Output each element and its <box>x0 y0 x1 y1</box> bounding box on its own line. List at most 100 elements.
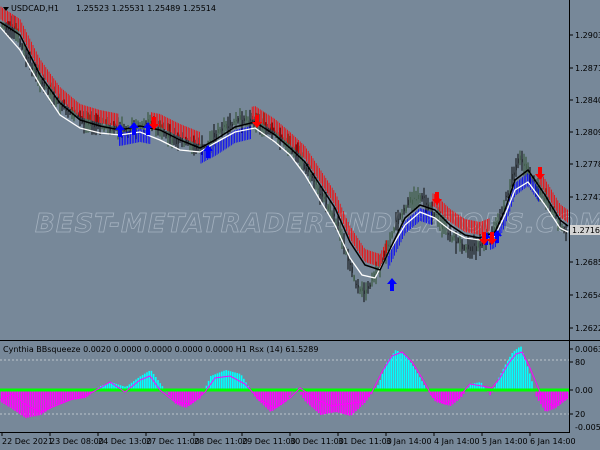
histogram-bar-down <box>36 390 38 416</box>
histogram-bar-up <box>414 369 417 390</box>
histogram-bar-down <box>69 390 71 401</box>
candle-body <box>397 218 399 225</box>
histogram-bar-down <box>355 390 357 412</box>
candle-body <box>493 227 495 231</box>
time-tick-label: 22 Dec 2021 <box>2 437 53 446</box>
price-axis[interactable]: 1.29030 1.28715 1.28405 1.28095 1.27780 1.274… <box>569 31 600 333</box>
histogram-bar-up <box>522 353 524 390</box>
candle-body <box>409 197 411 203</box>
candle-body <box>163 129 165 131</box>
price-tick-label: 1.28405 <box>575 96 600 105</box>
histogram-bar-up <box>419 377 421 390</box>
candle-body <box>249 118 251 122</box>
candle-body <box>369 284 371 287</box>
candle-body <box>311 176 313 179</box>
price-tick-label: 1.27780 <box>575 160 600 169</box>
candle-body <box>21 43 23 50</box>
histogram-bar-down <box>317 390 320 414</box>
main-chart-area[interactable] <box>0 0 569 340</box>
histogram-bar-down <box>280 390 282 406</box>
candle-body <box>313 180 315 182</box>
candle-body <box>513 172 515 176</box>
histogram-bar-down <box>306 390 309 404</box>
histogram-bar-up <box>529 373 531 390</box>
candle-body <box>543 198 545 201</box>
candle-body <box>327 205 329 211</box>
histogram-bar-up <box>232 371 234 390</box>
histogram-bar-down <box>346 390 348 416</box>
candle-body <box>237 118 239 122</box>
candle-body <box>503 205 505 209</box>
price-tick-label: 1.29030 <box>575 31 600 40</box>
histogram-bar-down <box>14 390 16 411</box>
candle-body <box>349 263 351 265</box>
histogram-bar-down <box>361 390 364 405</box>
histogram-bar-down <box>62 390 65 403</box>
histogram-bar-down <box>434 390 436 402</box>
candle-body <box>461 243 463 250</box>
time-tick-label: 6 Jan 14:00 <box>530 437 576 446</box>
indicator-tick-label: 80 <box>575 358 585 367</box>
indicator-tick-label: 20 <box>575 410 585 419</box>
time-tick-label: 30 Dec 11:00 <box>290 437 344 446</box>
candle-body <box>171 137 173 143</box>
candle-body <box>507 193 509 196</box>
histogram-bar-up <box>416 373 419 390</box>
candle-body <box>517 158 519 164</box>
candle-body <box>391 232 393 237</box>
histogram-bar-up <box>397 351 399 390</box>
candle-body <box>359 288 361 292</box>
candle-body <box>23 49 25 53</box>
candle-body <box>225 123 227 129</box>
candle-body <box>455 241 457 244</box>
histogram-bar-down <box>3 390 5 404</box>
time-axis[interactable]: 22 Dec 202123 Dec 08:0024 Dec 13:0027 De… <box>1 432 576 446</box>
time-tick-label: 31 Dec 11:00 <box>338 437 392 446</box>
candle-body <box>319 193 321 196</box>
candle-body <box>463 245 465 251</box>
indicator-axis[interactable]: 0.0063 80 0.00 20 -0.0058 <box>569 345 600 432</box>
histogram-bar-up <box>148 370 150 390</box>
candle-body <box>505 195 507 198</box>
histogram-bar-down <box>315 390 318 412</box>
candle-body <box>357 285 359 288</box>
histogram-bar-down <box>278 390 280 407</box>
histogram-bar-down <box>313 390 315 410</box>
candle-body <box>411 199 413 205</box>
candle-body <box>401 213 403 219</box>
time-tick-label: 27 Dec 11:00 <box>146 437 200 446</box>
histogram-bar-down <box>18 390 21 414</box>
candle-body <box>549 206 551 211</box>
histogram-bar-up <box>214 374 216 390</box>
candle-body <box>333 213 335 217</box>
candle-body <box>419 195 421 201</box>
histogram-bar-up <box>223 370 225 390</box>
time-tick-label: 4 Jan 14:00 <box>434 437 480 446</box>
candle-body <box>399 213 401 220</box>
histogram-bar-down <box>445 390 447 405</box>
candle-body <box>565 232 567 235</box>
candle-body <box>175 138 177 144</box>
histogram-bar-down <box>60 390 62 404</box>
candle-body <box>305 167 307 172</box>
candle-body <box>227 126 229 128</box>
candle-body <box>373 273 375 280</box>
candle-body <box>45 85 47 88</box>
time-tick-label: 24 Dec 13:00 <box>98 437 152 446</box>
candle-body <box>325 199 327 205</box>
histogram-bar-up <box>381 373 384 390</box>
histogram-bar-down <box>537 390 540 401</box>
chart-canvas[interactable]: BEST-METATRADER-INDICATORS.COM USDCAD,H1… <box>0 0 600 450</box>
histogram-bar-up <box>526 366 529 390</box>
histogram-bar-up <box>146 372 148 390</box>
price-tick-label: 1.26540 <box>575 291 600 300</box>
histogram-bar-down <box>311 390 313 408</box>
histogram-bar-down <box>7 390 10 407</box>
histogram-bar-down <box>34 390 36 417</box>
histogram-bar-up <box>515 349 518 390</box>
candle-body <box>347 257 349 261</box>
candle-body <box>335 223 337 226</box>
histogram-bar-down <box>443 390 445 405</box>
histogram-bar-down <box>559 390 562 405</box>
candle-body <box>365 289 367 294</box>
